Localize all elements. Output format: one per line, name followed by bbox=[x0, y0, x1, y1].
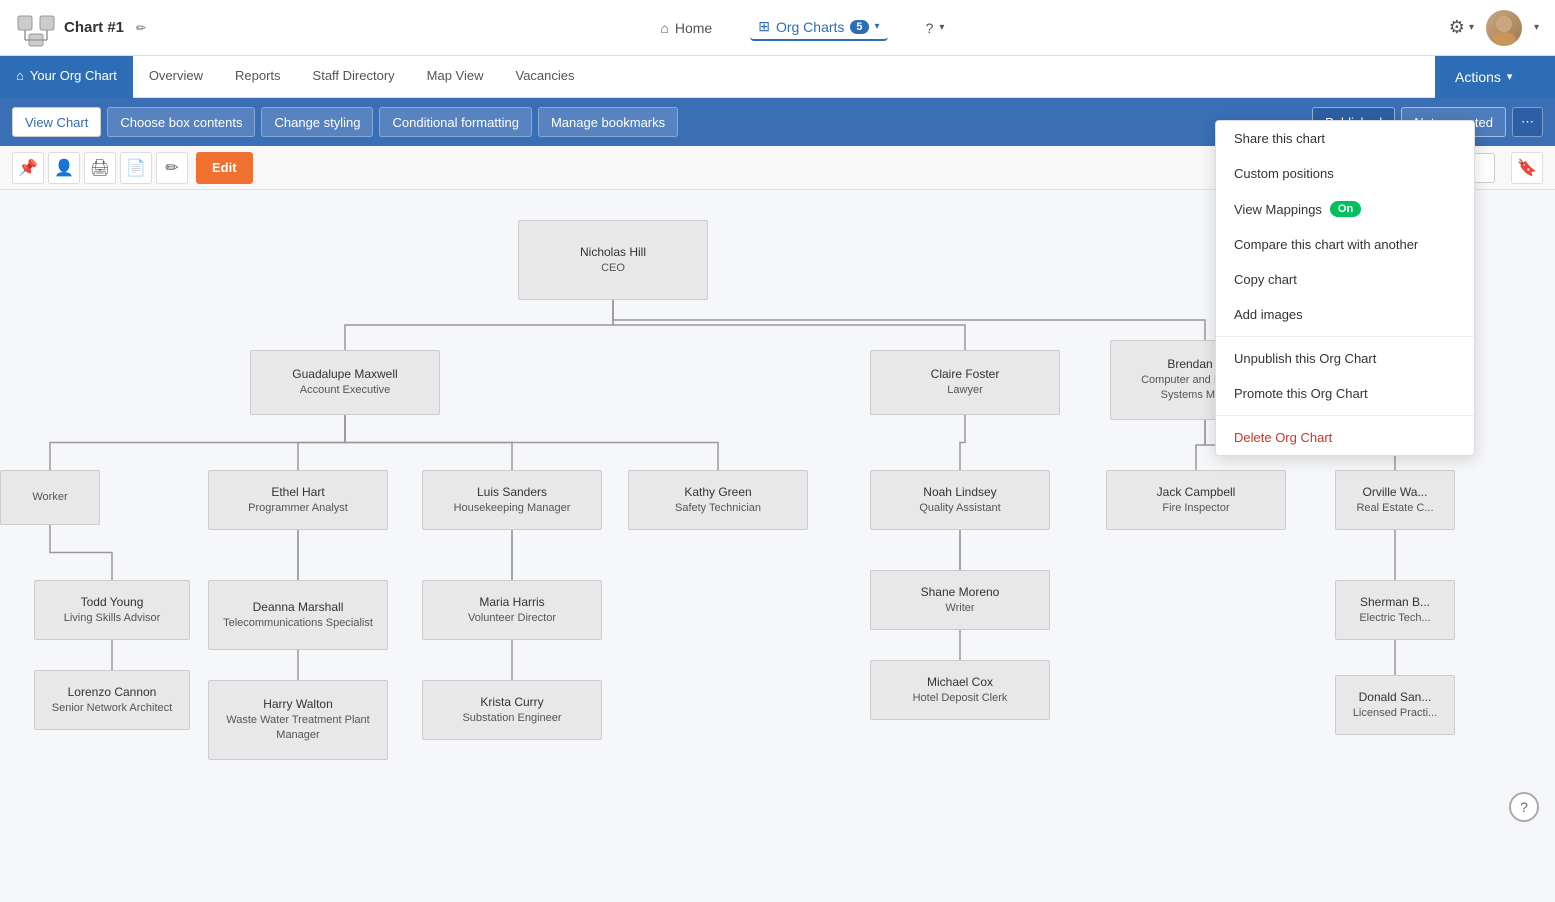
tab-vacancies[interactable]: Vacancies bbox=[500, 56, 591, 98]
nav-org-charts[interactable]: ⊞ Org Charts 5 ▾ bbox=[750, 14, 887, 41]
share-chart-item[interactable]: Share this chart bbox=[1216, 121, 1474, 156]
tab-your-org-chart[interactable]: ⌂ Your Org Chart bbox=[0, 56, 133, 98]
org-box-sherman[interactable]: Sherman B...Electric Tech... bbox=[1335, 580, 1455, 640]
org-charts-chevron[interactable]: ▾ bbox=[875, 21, 880, 32]
dropdown-divider-2 bbox=[1216, 415, 1474, 416]
add-images-item[interactable]: Add images bbox=[1216, 297, 1474, 332]
org-box-luis[interactable]: Luis SandersHousekeeping Manager bbox=[422, 470, 602, 530]
copy-chart-item[interactable]: Copy chart bbox=[1216, 262, 1474, 297]
org-box-worker[interactable]: Worker bbox=[0, 470, 100, 525]
org-box-nicholas[interactable]: Nicholas HillCEO bbox=[518, 220, 708, 300]
org-box-todd[interactable]: Todd YoungLiving Skills Advisor bbox=[34, 580, 190, 640]
draw-icon: ✏ bbox=[165, 158, 178, 178]
chart-title: Chart #1 bbox=[64, 19, 124, 36]
person-icon: 👤 bbox=[54, 158, 74, 178]
org-box-harry[interactable]: Harry WaltonWaste Water Treatment Plant … bbox=[208, 680, 388, 760]
org-box-deanna[interactable]: Deanna MarshallTelecommunications Specia… bbox=[208, 580, 388, 650]
avatar-chevron[interactable]: ▾ bbox=[1534, 22, 1539, 33]
tab-reports[interactable]: Reports bbox=[219, 56, 297, 98]
question-mark-icon: ? bbox=[1520, 799, 1528, 815]
help-icon-nav: ? bbox=[926, 20, 934, 36]
pin-icon: 📌 bbox=[18, 158, 38, 178]
edit-button[interactable]: Edit bbox=[196, 152, 253, 184]
person-button[interactable]: 👤 bbox=[48, 152, 80, 184]
view-chart-button[interactable]: View Chart bbox=[12, 107, 101, 137]
delete-chart-item[interactable]: Delete Org Chart bbox=[1216, 420, 1474, 455]
help-button[interactable]: ? bbox=[1509, 792, 1539, 822]
avatar-image bbox=[1486, 10, 1522, 46]
actions-chevron: ▾ bbox=[1507, 70, 1513, 83]
nav-home[interactable]: ⌂ Home bbox=[652, 16, 720, 40]
top-navigation: Chart #1 ✏ ⌂ Home ⊞ Org Charts 5 ▾ ? ▾ ⚙… bbox=[0, 0, 1555, 56]
export-button[interactable]: 📄 bbox=[120, 152, 152, 184]
tab-icon-home: ⌂ bbox=[16, 68, 24, 83]
org-charts-badge: 5 bbox=[850, 20, 868, 34]
nav-help[interactable]: ? ▾ bbox=[918, 16, 953, 40]
tab-overview[interactable]: Overview bbox=[133, 56, 219, 98]
actions-dropdown-menu: Share this chart Custom positions View M… bbox=[1215, 120, 1475, 456]
nav-home-label: Home bbox=[675, 20, 712, 36]
manage-bookmarks-button[interactable]: Manage bookmarks bbox=[538, 107, 678, 137]
logo-area: Chart #1 ✏ bbox=[16, 8, 156, 48]
org-box-noah[interactable]: Noah LindseyQuality Assistant bbox=[870, 470, 1050, 530]
choose-box-contents-button[interactable]: Choose box contents bbox=[107, 107, 255, 137]
org-box-jack[interactable]: Jack CampbellFire Inspector bbox=[1106, 470, 1286, 530]
actions-button[interactable]: Actions ▾ bbox=[1435, 56, 1555, 98]
org-box-shane[interactable]: Shane MorenoWriter bbox=[870, 570, 1050, 630]
export-icon: 📄 bbox=[126, 158, 146, 178]
tab-map-view[interactable]: Map View bbox=[411, 56, 500, 98]
change-styling-button[interactable]: Change styling bbox=[261, 107, 373, 137]
promote-item[interactable]: Promote this Org Chart bbox=[1216, 376, 1474, 411]
org-box-lorenzo[interactable]: Lorenzo CannonSenior Network Architect bbox=[34, 670, 190, 730]
pin-button[interactable]: 📌 bbox=[12, 152, 44, 184]
custom-positions-item[interactable]: Custom positions bbox=[1216, 156, 1474, 191]
more-options-button[interactable]: ⋯ bbox=[1512, 107, 1543, 137]
org-box-ethel[interactable]: Ethel HartProgrammer Analyst bbox=[208, 470, 388, 530]
user-avatar[interactable] bbox=[1486, 10, 1522, 46]
org-box-guadalupe[interactable]: Guadalupe MaxwellAccount Executive bbox=[250, 350, 440, 415]
tab-staff-directory[interactable]: Staff Directory bbox=[297, 56, 411, 98]
org-box-donald[interactable]: Donald San...Licensed Practi... bbox=[1335, 675, 1455, 735]
dropdown-divider-1 bbox=[1216, 336, 1474, 337]
org-box-orville[interactable]: Orville Wa...Real Estate C... bbox=[1335, 470, 1455, 530]
view-mappings-item[interactable]: View Mappings On bbox=[1216, 191, 1474, 227]
bookmarks-icon-button[interactable]: 🔖 bbox=[1511, 152, 1543, 184]
edit-chart-name-icon[interactable]: ✏ bbox=[136, 21, 146, 35]
org-box-krista[interactable]: Krista CurrySubstation Engineer bbox=[422, 680, 602, 740]
print-icon: 🖨 bbox=[90, 158, 110, 178]
main-navigation: ⌂ Home ⊞ Org Charts 5 ▾ ? ▾ bbox=[176, 14, 1429, 41]
org-box-claire[interactable]: Claire FosterLawyer bbox=[870, 350, 1060, 415]
view-mappings-toggle: On bbox=[1330, 201, 1361, 217]
org-box-maria[interactable]: Maria HarrisVolunteer Director bbox=[422, 580, 602, 640]
settings-button[interactable]: ⚙ ▾ bbox=[1449, 17, 1474, 38]
gear-icon: ⚙ bbox=[1449, 17, 1465, 38]
nav-help-chevron: ▾ bbox=[939, 22, 944, 33]
org-box-michael[interactable]: Michael CoxHotel Deposit Clerk bbox=[870, 660, 1050, 720]
draw-button[interactable]: ✏ bbox=[156, 152, 188, 184]
print-button[interactable]: 🖨 bbox=[84, 152, 116, 184]
nav-right-area: ⚙ ▾ ▾ bbox=[1449, 10, 1539, 46]
nav-org-charts-label: Org Charts bbox=[776, 19, 844, 35]
tab-bar: ⌂ Your Org Chart Overview Reports Staff … bbox=[0, 56, 1555, 98]
chart-logo-icon bbox=[16, 8, 56, 48]
home-icon: ⌂ bbox=[660, 20, 668, 36]
org-charts-icon: ⊞ bbox=[758, 18, 770, 35]
unpublish-item[interactable]: Unpublish this Org Chart bbox=[1216, 341, 1474, 376]
conditional-formatting-button[interactable]: Conditional formatting bbox=[379, 107, 531, 137]
compare-chart-item[interactable]: Compare this chart with another bbox=[1216, 227, 1474, 262]
gear-chevron: ▾ bbox=[1469, 22, 1474, 33]
org-box-kathy[interactable]: Kathy GreenSafety Technician bbox=[628, 470, 808, 530]
